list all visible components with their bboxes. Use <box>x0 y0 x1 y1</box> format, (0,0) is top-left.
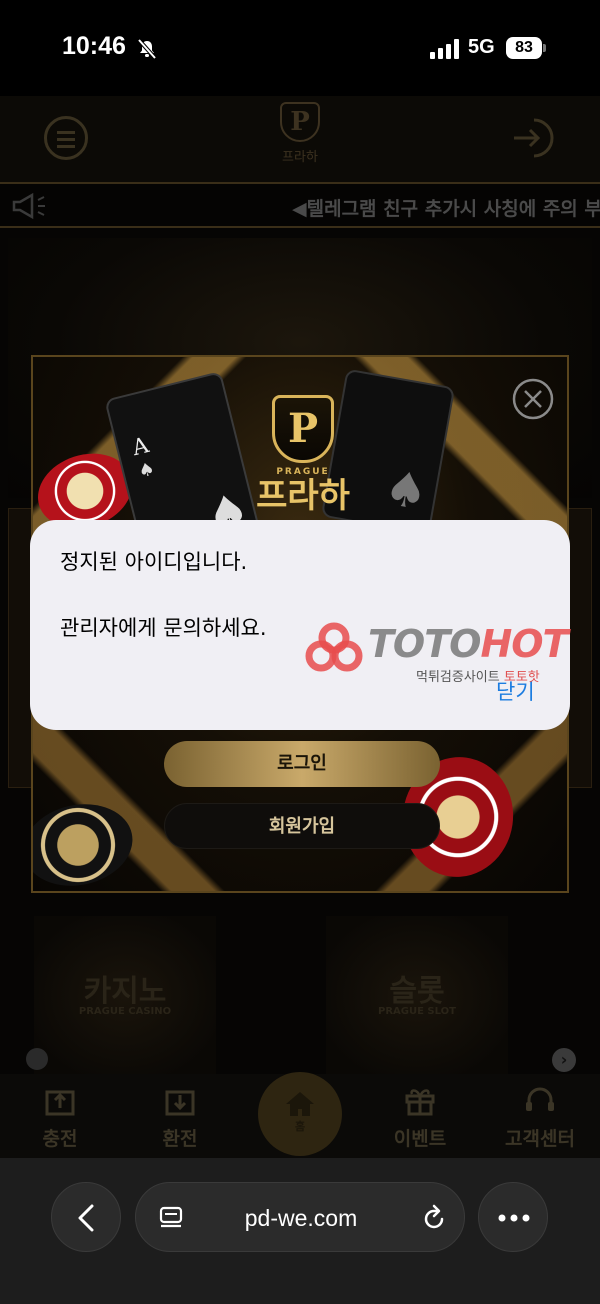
game-card-casino[interactable]: 카지노 PRAGUE CASINO <box>34 916 216 1076</box>
carousel-next-icon[interactable]: › <box>552 1048 576 1072</box>
signup-button[interactable]: 회원가입 <box>164 803 440 849</box>
notice-marquee: ◀텔레그램 친구 추가시 사칭에 주의 부탁 <box>0 182 600 228</box>
chevron-left-icon <box>78 1204 94 1232</box>
carousel-prev-icon[interactable] <box>26 1048 48 1070</box>
status-bar: 10:46 5G 83 <box>0 0 600 96</box>
nav-item-event[interactable]: 이벤트 <box>370 1084 470 1151</box>
nav-label: 이벤트 <box>393 1128 447 1150</box>
login-icon[interactable] <box>510 114 558 162</box>
watermark-tagline-highlight: 토토핫 <box>503 670 540 685</box>
popup-logo: P PRAGUE 프라하 <box>215 389 391 519</box>
login-button[interactable]: 로그인 <box>164 741 440 787</box>
card-rank: A <box>129 433 152 462</box>
hamburger-menu-icon[interactable] <box>44 116 88 160</box>
reload-icon[interactable] <box>420 1203 448 1233</box>
site-logo[interactable]: P 프라하 <box>252 102 348 174</box>
nav-item-withdraw[interactable]: 환전 <box>130 1084 230 1151</box>
status-time: 10:46 <box>62 32 126 60</box>
game-subtitle: PRAGUE SLOT <box>378 1006 456 1017</box>
nav-item-charge[interactable]: 충전 <box>10 1084 110 1151</box>
nav-item-home[interactable]: 홈 <box>258 1072 342 1156</box>
address-bar[interactable]: pd-we.com <box>135 1182 465 1252</box>
marquee-text: ◀텔레그램 친구 추가시 사칭에 주의 부탁 <box>292 198 600 220</box>
browser-toolbar: pd-we.com <box>0 1158 600 1304</box>
watermark-brand-part1: TOTO <box>368 622 481 666</box>
alert-message-line1: 정지된 아이디입니다. <box>60 550 248 574</box>
nav-label: 홈 <box>294 1120 306 1133</box>
game-title: 슬롯 <box>389 974 445 1009</box>
watermark-tagline: 먹튀검증사이트 토토핫 <box>416 666 540 685</box>
spade-icon: ♠ <box>136 458 157 483</box>
deposit-icon <box>45 1090 75 1116</box>
watermark: TOTOHOT 먹튀검증사이트 토토핫 <box>304 618 600 690</box>
headset-icon <box>526 1087 554 1111</box>
watermark-brand-part2: HOT <box>480 622 568 666</box>
watermark-logo-icon <box>305 622 363 672</box>
gift-icon <box>405 1089 435 1116</box>
bottom-navigation: 충전 환전 홈 이벤트 고객센터 <box>0 1072 600 1158</box>
battery-level: 83 <box>506 37 542 59</box>
nav-label: 충전 <box>42 1128 78 1150</box>
bell-slash-icon <box>137 38 157 60</box>
megaphone-icon <box>12 192 45 220</box>
game-subtitle: PRAGUE CASINO <box>78 1006 172 1017</box>
site-logo-badge: P <box>280 102 320 142</box>
nav-label: 고객센터 <box>505 1128 575 1150</box>
alert-message-line2: 관리자에게 문의하세요. <box>60 616 267 640</box>
home-icon <box>286 1092 314 1116</box>
url-text: pd-we.com <box>244 1205 358 1231</box>
nav-item-support[interactable]: 고객센터 <box>490 1084 590 1151</box>
site-logo-name: 프라하 <box>282 150 318 165</box>
nav-label: 환전 <box>162 1128 198 1150</box>
popup-logo-badge: P <box>272 395 334 463</box>
game-title: 카지노 <box>83 974 167 1009</box>
site-header: P 프라하 <box>0 96 600 182</box>
more-options-button[interactable] <box>478 1182 548 1252</box>
back-button[interactable] <box>51 1182 121 1252</box>
watermark-brand: TOTOHOT <box>368 622 568 666</box>
popup-logo-name: 프라하 <box>256 476 350 516</box>
game-card-slot[interactable]: 슬롯 PRAGUE SLOT <box>326 916 508 1076</box>
battery-tip <box>543 44 546 52</box>
close-icon[interactable] <box>511 377 555 421</box>
signal-icon <box>430 39 459 59</box>
network-type: 5G <box>468 36 495 58</box>
casino-chip-image <box>33 794 141 891</box>
watermark-tagline-text: 먹튀검증사이트 <box>416 670 504 685</box>
withdraw-icon <box>165 1090 195 1116</box>
ellipsis-icon <box>498 1214 530 1222</box>
